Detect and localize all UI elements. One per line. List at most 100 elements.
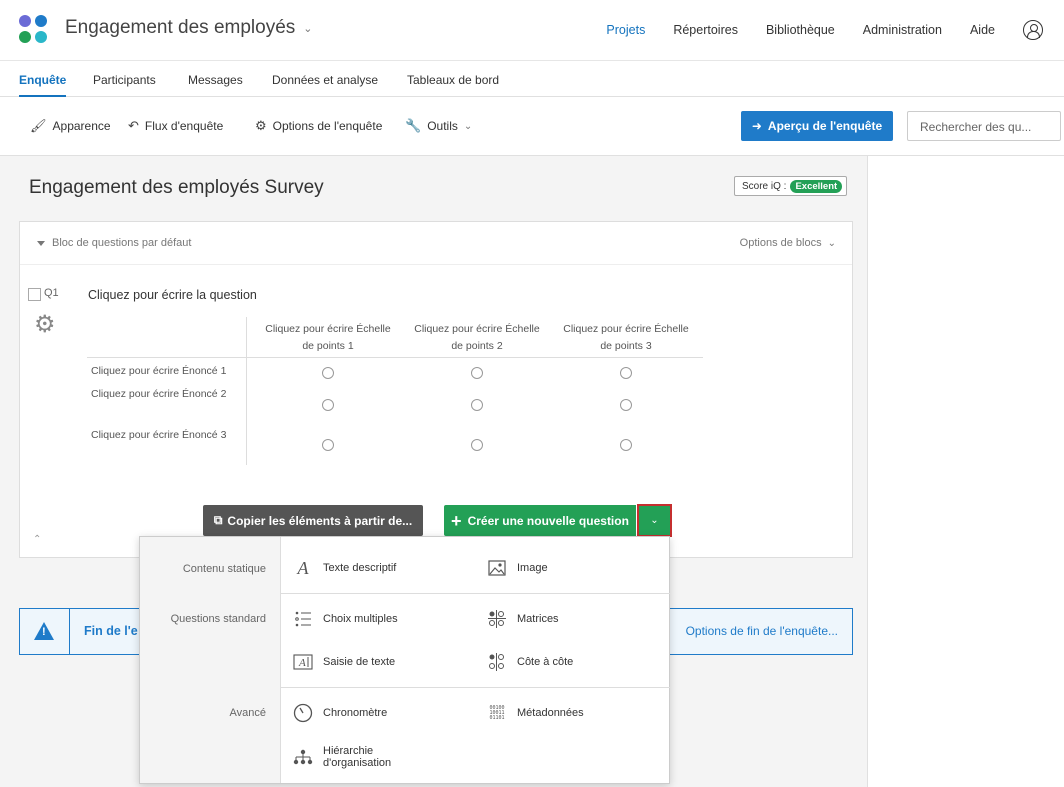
- copy-items-label: Copier les éléments à partir de...: [227, 513, 413, 528]
- chevron-down-icon: ⌄: [827, 237, 836, 249]
- score-iq-badge[interactable]: Score iQ : Excellent: [734, 176, 848, 196]
- matrix-table: Cliquez pour écrire Échelle de points 1 …: [87, 317, 703, 465]
- survey-flow-button[interactable]: ↶ Flux d'enquête: [128, 118, 223, 134]
- paint-brush-icon: 🖌: [30, 118, 47, 133]
- right-side-panel: [867, 156, 1064, 787]
- preview-label: Aperçu de l'enquête: [767, 119, 883, 133]
- survey-options-button[interactable]: ⚙ Options de l'enquête: [255, 118, 382, 134]
- chevron-down-icon: ⌄: [463, 120, 473, 132]
- gear-icon[interactable]: ⚙: [34, 313, 56, 337]
- matrix-radio[interactable]: [322, 399, 334, 411]
- appearance-button[interactable]: 🖌 Apparence: [30, 118, 111, 134]
- create-question-label: Créer une nouvelle question: [467, 513, 629, 528]
- matrix-row-label[interactable]: Cliquez pour écrire Énoncé 1: [91, 363, 241, 379]
- category-standard-questions: Questions standard: [170, 613, 266, 625]
- tab-messages[interactable]: Messages: [188, 73, 243, 87]
- question-type-dropdown-button[interactable]: ⌄: [637, 504, 672, 537]
- block-options-label: Options de blocs: [739, 237, 822, 249]
- menu-item-text-entry[interactable]: A Saisie de texte: [293, 652, 395, 672]
- text-a-icon: A: [297, 557, 309, 578]
- end-of-survey-options[interactable]: Options de fin de l'enquête...: [686, 624, 838, 638]
- category-advanced: Avancé: [229, 707, 267, 719]
- end-of-survey-text: Fin de l'e: [84, 624, 138, 638]
- question-checkbox[interactable]: [28, 288, 41, 301]
- question-type-menu: Contenu statique Questions standard Avan…: [139, 536, 670, 784]
- tab-participants[interactable]: Participants: [93, 73, 156, 87]
- matrix-radio[interactable]: [620, 367, 632, 379]
- matrix-column-header[interactable]: Cliquez pour écrire Échelle de points 3: [556, 321, 696, 355]
- survey-flow-label: Flux d'enquête: [144, 119, 224, 133]
- list-icon: [293, 609, 313, 629]
- matrix-row-label[interactable]: Cliquez pour écrire Énoncé 2: [91, 386, 231, 402]
- wrench-icon: 🔧: [405, 118, 422, 133]
- menu-item-matrix[interactable]: Matrices: [487, 609, 559, 629]
- top-header: Engagement des employés ⌄ Projets Répert…: [0, 0, 1064, 60]
- nav-projets[interactable]: Projets: [606, 23, 645, 37]
- preview-icon: ➜: [751, 119, 762, 133]
- matrix-icon: [487, 609, 507, 629]
- tab-enquete[interactable]: Enquête: [19, 73, 67, 98]
- matrix-radio[interactable]: [322, 367, 334, 379]
- menu-item-side-by-side[interactable]: Côte à côte: [487, 652, 573, 672]
- binary-icon: 00100 10011 01101: [489, 704, 505, 721]
- image-icon: [487, 558, 507, 578]
- org-chart-icon: [293, 747, 313, 767]
- nav-repertoires[interactable]: Répertoires: [673, 23, 738, 37]
- collapse-triangle-icon: [37, 240, 45, 246]
- project-title[interactable]: Engagement des employés ⌄: [65, 17, 312, 39]
- tools-button[interactable]: 🔧 Outils ⌄: [405, 118, 472, 134]
- menu-item-multiple-choice[interactable]: Choix multiples: [293, 609, 398, 629]
- block-options-button[interactable]: Options de blocs ⌄: [740, 237, 836, 249]
- menu-item-metadata[interactable]: 00100 10011 01101 Métadonnées: [487, 703, 583, 723]
- matrix-row-label[interactable]: Cliquez pour écrire Énoncé 3: [91, 427, 231, 443]
- matrix-radio[interactable]: [620, 439, 632, 451]
- matrix-radio[interactable]: [620, 399, 632, 411]
- svg-text:A: A: [298, 657, 306, 669]
- top-nav: Projets Répertoires Bibliothèque Adminis…: [606, 0, 1064, 60]
- matrix-column-header[interactable]: Cliquez pour écrire Échelle de points 2: [407, 321, 547, 355]
- search-questions-input[interactable]: Rechercher des qu...: [907, 111, 1061, 141]
- chevron-down-icon: ⌄: [303, 22, 313, 35]
- user-account-icon[interactable]: [1023, 20, 1043, 40]
- menu-item-image[interactable]: Image: [487, 558, 548, 578]
- matrix-radio[interactable]: [322, 439, 334, 451]
- plus-icon: +: [451, 510, 462, 531]
- matrix-radio[interactable]: [471, 439, 483, 451]
- logo[interactable]: [19, 15, 49, 45]
- block-name[interactable]: Bloc de questions par défaut: [37, 237, 191, 249]
- nav-bibliotheque[interactable]: Bibliothèque: [766, 23, 835, 37]
- survey-title[interactable]: Engagement des employés Survey: [29, 177, 324, 199]
- nav-aide[interactable]: Aide: [970, 23, 995, 37]
- tab-donnees-analyse[interactable]: Données et analyse: [272, 73, 378, 87]
- category-static-content: Contenu statique: [182, 563, 266, 575]
- score-value: Excellent: [790, 179, 843, 193]
- tools-label: Outils: [427, 119, 458, 133]
- survey-options-label: Options de l'enquête: [272, 119, 383, 133]
- matrix-radio[interactable]: [471, 367, 483, 379]
- flow-icon: ↶: [128, 118, 139, 133]
- gear-icon: ⚙: [255, 118, 267, 133]
- survey-tabs: Enquête Participants Messages Données et…: [0, 60, 1064, 98]
- chevron-down-icon: ⌄: [650, 515, 659, 526]
- text-entry-icon: A: [293, 652, 313, 672]
- project-title-text: Engagement des employés: [65, 17, 296, 38]
- menu-categories: Contenu statique Questions standard Avan…: [140, 537, 281, 783]
- preview-survey-button[interactable]: ➜ Aperçu de l'enquête: [741, 111, 893, 141]
- menu-item-timer[interactable]: Chronomètre: [293, 703, 387, 723]
- matrix-radio[interactable]: [471, 399, 483, 411]
- side-by-side-icon: [487, 652, 507, 672]
- tab-tableaux-de-bord[interactable]: Tableaux de bord: [407, 73, 499, 87]
- question-number: Q1: [44, 287, 59, 299]
- question-text[interactable]: Cliquez pour écrire la question: [88, 288, 257, 302]
- question-block: Bloc de questions par défaut Options de …: [19, 221, 853, 558]
- matrix-column-header[interactable]: Cliquez pour écrire Échelle de points 1: [258, 321, 398, 355]
- copy-items-button[interactable]: ⧉ Copier les éléments à partir de...: [203, 505, 423, 536]
- nav-administration[interactable]: Administration: [863, 23, 942, 37]
- menu-item-org-hierarchy[interactable]: Hiérarchie d'organisation: [293, 745, 391, 769]
- collapse-block-icon[interactable]: ⌃: [33, 534, 41, 545]
- survey-toolbar: 🖌 Apparence ↶ Flux d'enquête ⚙ Options d…: [0, 97, 1064, 156]
- timer-icon: [293, 703, 313, 723]
- create-question-button[interactable]: + Créer une nouvelle question: [444, 505, 636, 536]
- menu-item-text-descriptive[interactable]: A Texte descriptif: [293, 557, 397, 578]
- appearance-label: Apparence: [52, 119, 111, 133]
